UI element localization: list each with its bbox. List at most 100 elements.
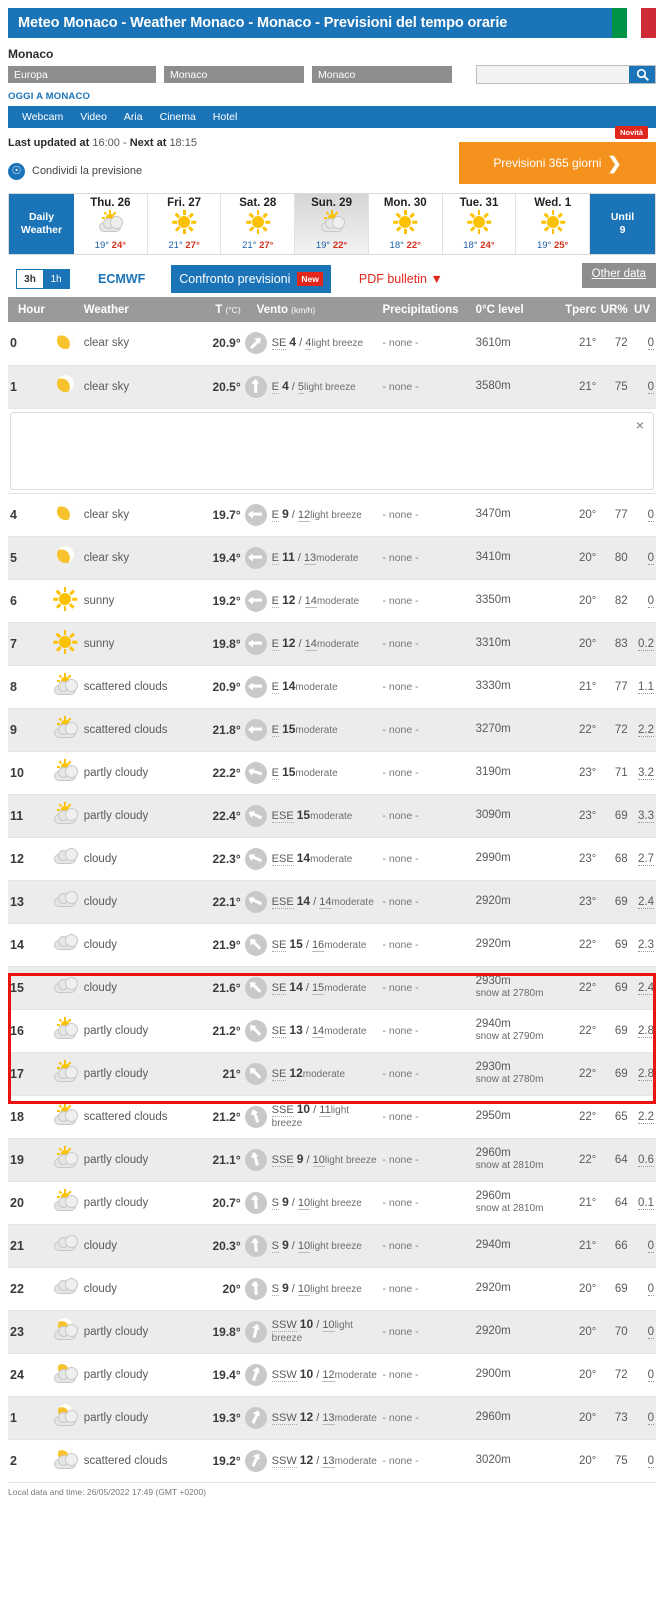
nav-item-webcam[interactable]: Webcam: [22, 111, 63, 123]
table-row[interactable]: 0 clear sky 20.9° SE 4 / 4light breeze - non…: [8, 322, 656, 366]
sun-cloud-icon: [319, 210, 345, 234]
day-cell-0[interactable]: Thu. 26 19° 24°: [74, 194, 148, 254]
day-weather-icon: [467, 210, 491, 234]
table-row[interactable]: 10 partly cloudy 22.2° E 15moderate - none -…: [8, 751, 656, 795]
col-temperature-label: T: [215, 303, 223, 316]
sun-cloud-icon: [52, 1017, 78, 1041]
search-input[interactable]: [477, 66, 629, 83]
nav-item-aria[interactable]: Aria: [124, 111, 143, 123]
row-uv: 0: [629, 1310, 656, 1354]
table-row[interactable]: 2 scattered clouds 19.2° SSW 12 / 13moderat…: [8, 1439, 656, 1483]
col-temperature-unit: (°C): [225, 304, 241, 315]
search-button[interactable]: [629, 66, 655, 83]
table-row[interactable]: 24 partly cloudy 19.4° SSW 10 / 12moderate -…: [8, 1353, 656, 1397]
row-zero-level: 3410m: [473, 536, 563, 580]
sun-icon: [467, 210, 491, 234]
row-precipitations: - none -: [380, 966, 474, 1010]
search-box[interactable]: [476, 65, 656, 84]
table-row[interactable]: 15 cloudy 21.6° SE 14 / 15moderate - none -2…: [8, 966, 656, 1010]
sun-icon: [172, 210, 196, 234]
page-root: Meteo Monaco - Weather Monaco - Monaco -…: [0, 8, 664, 1507]
wind-direction-arrow-icon: [244, 332, 267, 355]
wind-speed-line: E 4 / 5: [271, 378, 305, 394]
continent-select[interactable]: Europa: [8, 66, 156, 83]
row-humidity: 82: [598, 579, 630, 623]
row-weather-desc: cloudy: [81, 880, 188, 924]
table-row[interactable]: 6 sunny 19.2° E 12 / 14moderate - none -3350…: [8, 579, 656, 623]
nav-item-video[interactable]: Video: [80, 111, 107, 123]
day-cell-2[interactable]: Sat. 28 21° 27°: [221, 194, 296, 254]
close-icon[interactable]: ×: [636, 418, 644, 432]
table-row[interactable]: 12 cloudy 22.3° ESE 14moderate - none -2990m…: [8, 837, 656, 881]
row-hour: 8: [8, 665, 48, 709]
table-row[interactable]: 16 partly cloudy 21.2° SE 13 / 14moderate - …: [8, 1009, 656, 1053]
day-cell-6[interactable]: Wed. 1 19° 25°: [516, 194, 591, 254]
table-row[interactable]: 20 partly cloudy 20.7° S 9 / 10light breeze…: [8, 1181, 656, 1225]
forecast-365-button[interactable]: Previsioni 365 giorni ❯ Novità: [459, 126, 656, 184]
until-label-line1: Until: [610, 210, 635, 223]
share-forecast-link[interactable]: Condividi la previsione: [32, 165, 142, 177]
cloud-icon: [52, 889, 78, 911]
compare-forecasts-button[interactable]: Confronto previsioni New: [171, 265, 331, 293]
row-hour: 2: [8, 1439, 48, 1483]
row-zero-level: 2960m snow at 2810m: [473, 1181, 563, 1225]
wind-direction-arrow-icon: [244, 1406, 267, 1429]
nav-item-hotel[interactable]: Hotel: [213, 111, 238, 123]
day-cell-5[interactable]: Tue. 31 18° 24°: [443, 194, 517, 254]
sun-cloud-icon: [97, 210, 124, 234]
row-uv: 0: [629, 1353, 656, 1397]
sun-icon: [53, 630, 77, 654]
next-label: Next at: [129, 137, 167, 149]
wind-speed-line: E 15: [271, 721, 296, 737]
other-data-button[interactable]: Other data: [581, 263, 656, 288]
row-hour: 4: [8, 493, 48, 537]
table-row[interactable]: 9 scattered clouds 21.8° E 15moderate - none…: [8, 708, 656, 752]
interval-1h-option[interactable]: 1h: [43, 270, 69, 288]
table-row[interactable]: 5 clear sky 19.4° E 11 / 13moderate - none -…: [8, 536, 656, 580]
row-weather-desc: clear sky: [81, 536, 188, 580]
row-uv: 2.2: [629, 1095, 656, 1139]
day-cell-3[interactable]: Sun. 29 19° 22°: [295, 194, 369, 254]
table-row[interactable]: 7 sunny 19.8° E 12 / 14moderate - none -3310…: [8, 622, 656, 666]
table-row[interactable]: 18 scattered clouds 21.2° SSE 10 / 11light …: [8, 1095, 656, 1139]
wind-speed-line: SE 15 / 16: [271, 936, 325, 952]
table-row[interactable]: 4 clear sky 19.7° E 9 / 12light breeze - non…: [8, 493, 656, 537]
row-tperc: 20°: [562, 536, 599, 580]
table-row[interactable]: 23 partly cloudy 19.8° SSW 10 / 10light bre…: [8, 1310, 656, 1354]
table-row[interactable]: 1 partly cloudy 19.3° SSW 12 / 13moderate - …: [8, 1396, 656, 1440]
row-wind: SE 12moderate: [242, 1052, 381, 1096]
daily-weather-label[interactable]: Daily Weather: [9, 194, 74, 254]
pdf-bulletin-dropdown[interactable]: PDF bulletin ▼: [359, 272, 443, 286]
table-row[interactable]: 11 partly cloudy 22.4° ESE 15moderate - none…: [8, 794, 656, 838]
table-row[interactable]: 8 scattered clouds 20.9° E 14moderate - none…: [8, 665, 656, 709]
table-row[interactable]: 19 partly cloudy 21.1° SSE 9 / 10light bree…: [8, 1138, 656, 1182]
row-humidity: 77: [598, 493, 630, 537]
table-row[interactable]: 21 cloudy 20.3° S 9 / 10light breeze - none …: [8, 1224, 656, 1268]
interval-switch[interactable]: 3h 1h: [16, 269, 70, 289]
day-cell-4[interactable]: Mon. 30 18° 22°: [369, 194, 443, 254]
table-row[interactable]: 1 clear sky 20.5° E 4 / 5light breeze - none…: [8, 365, 656, 409]
table-body: 0 clear sky 20.9° SE 4 / 4light breeze - non…: [8, 322, 656, 1483]
sun-cloud-icon: [52, 1189, 78, 1213]
table-row[interactable]: 14 cloudy 21.9° SE 15 / 16moderate - none -2…: [8, 923, 656, 967]
row-weather-desc: partly cloudy: [81, 794, 188, 838]
wind-description: moderate: [334, 1369, 377, 1381]
table-row[interactable]: 17 partly cloudy 21° SE 12moderate - none -2…: [8, 1052, 656, 1096]
until-9-label[interactable]: Until 9: [590, 194, 655, 254]
row-zero-level: 2950m: [473, 1095, 563, 1139]
model-ecmwf-link[interactable]: ECMWF: [98, 272, 145, 286]
day-cell-1[interactable]: Fri. 27 21° 27°: [148, 194, 222, 254]
interval-3h-option[interactable]: 3h: [17, 270, 43, 288]
row-precipitations: - none -: [380, 579, 474, 623]
table-row[interactable]: 22 cloudy 20° S 9 / 10light breeze - none -2…: [8, 1267, 656, 1311]
row-humidity: 80: [598, 536, 630, 580]
row-zero-level: 2920m: [473, 880, 563, 924]
nav-item-cinema[interactable]: Cinema: [160, 111, 196, 123]
table-row[interactable]: 13 cloudy 22.1° ESE 14 / 14moderate - none -…: [8, 880, 656, 924]
city-select[interactable]: Monaco: [312, 66, 452, 83]
row-weather-icon: [47, 1009, 82, 1053]
day-weather-icon: [172, 210, 196, 234]
row-zero-level: 3090m: [473, 794, 563, 838]
country-select[interactable]: Monaco: [164, 66, 304, 83]
row-temperature: 20.9°: [188, 665, 243, 709]
